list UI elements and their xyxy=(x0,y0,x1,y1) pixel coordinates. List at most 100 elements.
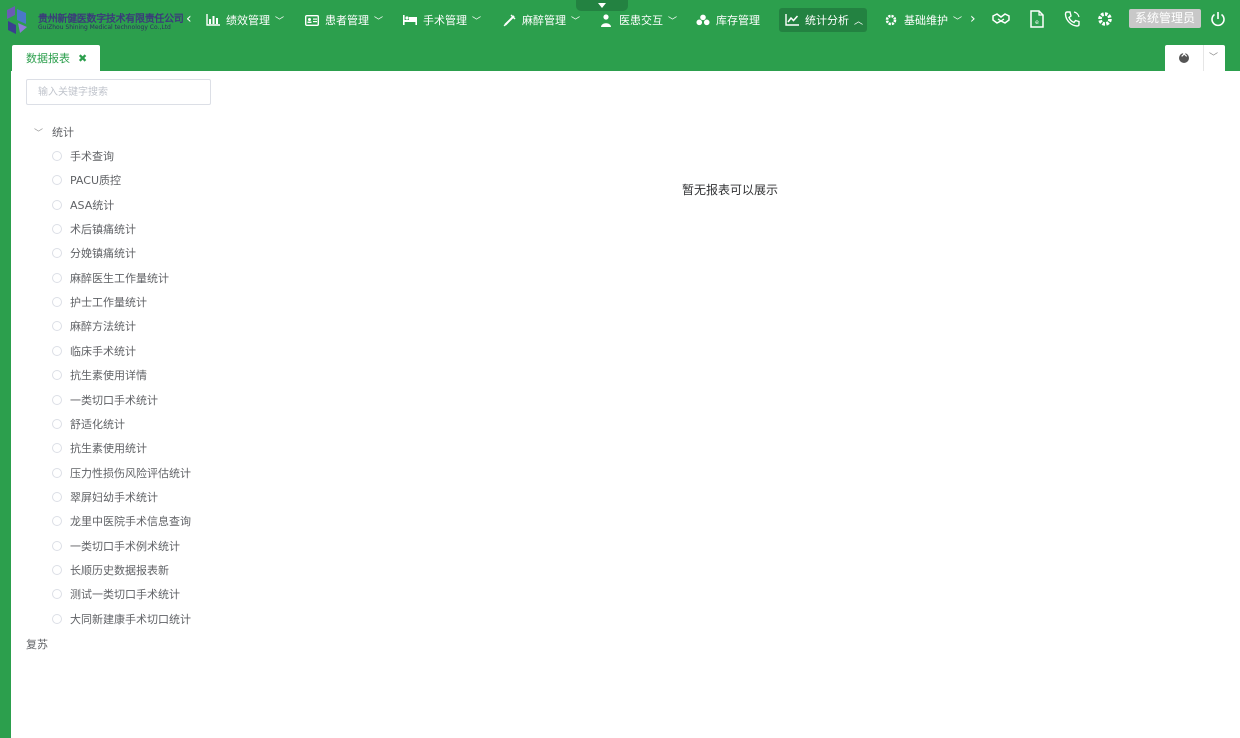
left-border xyxy=(0,71,11,738)
tree-node-statistics[interactable]: ﹀ 统计 xyxy=(34,124,74,140)
nav-item-label: 患者管理 xyxy=(325,14,369,27)
chevron-up-icon: ︿ xyxy=(854,16,864,27)
radio-button[interactable] xyxy=(52,395,62,405)
nav-item-surgery[interactable]: 手术管理 ﹀ xyxy=(397,8,487,32)
radio-button[interactable] xyxy=(52,151,62,161)
report-search-input[interactable] xyxy=(26,79,211,105)
nav-scroll-left-icon[interactable]: ‹ xyxy=(186,11,192,27)
tree-item-label: 抗生素使用统计 xyxy=(70,442,147,455)
chevron-down-icon: ﹀ xyxy=(668,16,678,27)
nav-item-statistics[interactable]: 统计分析 ︿ xyxy=(779,8,867,32)
top-bar: 贵州新健医数字技术有限责任公司 GuiZhou Shining Medical … xyxy=(0,0,1240,71)
user-name-badge[interactable]: 系统管理员 xyxy=(1129,9,1201,28)
chevron-down-icon: ﹀ xyxy=(374,16,384,27)
tree-item[interactable]: 龙里中医院手术信息查询 xyxy=(52,513,191,529)
tree-item[interactable]: PACU质控 xyxy=(52,172,121,188)
radio-button[interactable] xyxy=(52,175,62,185)
close-all-tabs-icon[interactable] xyxy=(1179,49,1189,63)
radio-button[interactable] xyxy=(52,443,62,453)
tree-item-label: 抗生素使用详情 xyxy=(70,369,147,382)
tree-item[interactable]: 长顺历史数据报表新 xyxy=(52,562,169,578)
radio-button[interactable] xyxy=(52,297,62,307)
tree-item[interactable]: 手术查询 xyxy=(52,148,114,164)
radio-button[interactable] xyxy=(52,541,62,551)
brand-name-cn: 贵州新健医数字技术有限责任公司 xyxy=(38,14,184,25)
document-icon[interactable]: e xyxy=(1028,10,1046,28)
nav-item-performance[interactable]: 绩效管理 ﹀ xyxy=(200,8,290,32)
tree-node-recovery[interactable]: 复苏 xyxy=(26,636,48,652)
tree-item-label: 手术查询 xyxy=(70,150,114,163)
radio-button[interactable] xyxy=(52,321,62,331)
nav-item-label: 绩效管理 xyxy=(226,14,270,27)
tree-item[interactable]: 护士工作量统计 xyxy=(52,294,147,310)
nav-item-doctor-patient[interactable]: 医患交互 ﹀ xyxy=(593,8,683,32)
tree-item[interactable]: 压力性损伤风险评估统计 xyxy=(52,465,191,481)
svg-text:e: e xyxy=(1035,19,1039,26)
gear-icon xyxy=(884,13,898,27)
tree-item[interactable]: 抗生素使用详情 xyxy=(52,367,147,383)
tree-item-label: 麻醉医生工作量统计 xyxy=(70,272,169,285)
chevron-down-icon: ﹀ xyxy=(275,16,285,27)
radio-button[interactable] xyxy=(52,516,62,526)
tab-tools: ﹀ xyxy=(1165,45,1225,71)
chevron-down-icon: ﹀ xyxy=(571,16,581,27)
tree-item[interactable]: 麻醉医生工作量统计 xyxy=(52,270,169,286)
radio-button[interactable] xyxy=(52,614,62,624)
tree-item[interactable]: 测试一类切口手术统计 xyxy=(52,586,180,602)
boxes-icon xyxy=(696,13,710,27)
handshake-icon[interactable] xyxy=(992,10,1010,28)
tree-item[interactable]: 一类切口手术例术统计 xyxy=(52,538,180,554)
nav-item-label: 基础维护 xyxy=(904,14,948,27)
tree-item[interactable]: 临床手术统计 xyxy=(52,343,136,359)
radio-button[interactable] xyxy=(52,273,62,283)
tree-item-label: 大同新建康手术切口统计 xyxy=(70,613,191,626)
bed-icon xyxy=(403,13,417,27)
tree-item-label: 龙里中医院手术信息查询 xyxy=(70,515,191,528)
bar-chart-icon xyxy=(206,13,220,27)
radio-button[interactable] xyxy=(52,468,62,478)
nav-item-patient[interactable]: 患者管理 ﹀ xyxy=(299,8,389,32)
tree-item[interactable]: 抗生素使用统计 xyxy=(52,440,147,456)
caret-down-icon xyxy=(598,3,606,8)
syringe-icon xyxy=(502,13,516,27)
logo-mark-icon xyxy=(7,6,27,34)
tree-item[interactable]: 舒适化统计 xyxy=(52,416,125,432)
radio-button[interactable] xyxy=(52,565,62,575)
radio-button[interactable] xyxy=(52,224,62,234)
empty-state-message: 暂无报表可以展示 xyxy=(682,183,779,197)
nav-item-label: 麻醉管理 xyxy=(522,14,566,27)
tree-item[interactable]: 术后镇痛统计 xyxy=(52,221,136,237)
main-navbar: 贵州新健医数字技术有限责任公司 GuiZhou Shining Medical … xyxy=(0,0,1240,40)
radio-button[interactable] xyxy=(52,492,62,502)
tree-item[interactable]: 翠屏妇幼手术统计 xyxy=(52,489,158,505)
nav-scroll-right-icon[interactable]: › xyxy=(970,11,976,27)
radio-button[interactable] xyxy=(52,248,62,258)
tab-pin-icon[interactable]: ✖ xyxy=(78,52,87,65)
tree-item-label: 临床手术统计 xyxy=(70,345,136,358)
power-icon[interactable] xyxy=(1209,10,1227,28)
chevron-down-icon[interactable]: ﹀ xyxy=(1209,50,1218,63)
nav-item-inventory[interactable]: 库存管理 xyxy=(690,8,766,32)
phone-icon[interactable] xyxy=(1063,10,1081,28)
tree-item[interactable]: 大同新建康手术切口统计 xyxy=(52,611,191,627)
tree-item[interactable]: ASA统计 xyxy=(52,197,114,213)
brand-name-en: GuiZhou Shining Medical technology Co.,L… xyxy=(38,24,171,31)
chevron-down-icon: ﹀ xyxy=(34,128,44,139)
collapse-toggle[interactable] xyxy=(576,0,628,11)
radio-button[interactable] xyxy=(52,589,62,599)
line-chart-icon xyxy=(785,13,799,27)
tree-item[interactable]: 一类切口手术统计 xyxy=(52,392,158,408)
tree-item[interactable]: 分娩镇痛统计 xyxy=(52,245,136,261)
radio-button[interactable] xyxy=(52,419,62,429)
divider xyxy=(1203,45,1204,71)
nav-item-maintenance[interactable]: 基础维护 ﹀ xyxy=(878,8,968,32)
tree-item-label: 压力性损伤风险评估统计 xyxy=(70,467,191,480)
radio-button[interactable] xyxy=(52,200,62,210)
tab-data-report[interactable]: 数据报表 ✖ xyxy=(12,45,100,71)
nav-item-anesthesia[interactable]: 麻醉管理 ﹀ xyxy=(496,8,586,32)
nav-item-label: 医患交互 xyxy=(619,14,663,27)
settings-icon[interactable] xyxy=(1096,10,1114,28)
radio-button[interactable] xyxy=(52,370,62,380)
radio-button[interactable] xyxy=(52,346,62,356)
tree-item[interactable]: 麻醉方法统计 xyxy=(52,318,136,334)
